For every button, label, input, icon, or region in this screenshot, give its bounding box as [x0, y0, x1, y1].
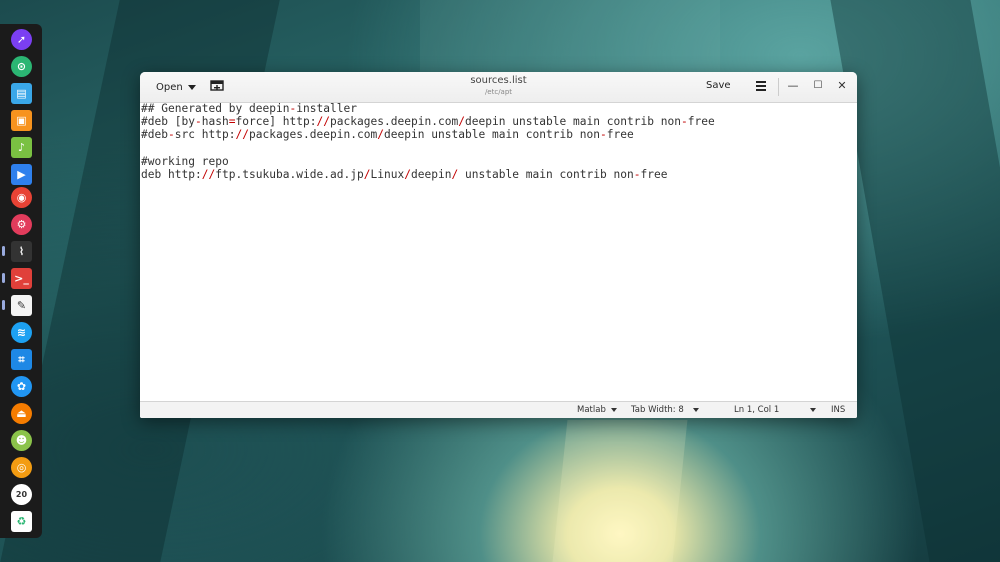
dock: ➚ ⊙ ▤ ▣ ♪ ▶ ◉ ⚙ ⌇ >_ ✎ ≋ ⌗ ✿ ⏏ ☻ ◎ 20 ♻ [0, 24, 42, 538]
tab-width-selector[interactable]: Tab Width: 8 [631, 405, 699, 415]
text-editor-window: Open sources.list /etc/apt Save — ☐ ✕ ##… [140, 72, 857, 418]
running-indicator [2, 300, 5, 310]
cursor-position-selector[interactable]: Ln 1, Col 1 [734, 405, 817, 415]
header-bar: Open sources.list /etc/apt Save — ☐ ✕ [140, 72, 857, 103]
minimize-button[interactable]: — [786, 79, 800, 93]
trash-icon[interactable]: ♻ [11, 511, 32, 532]
editor-line: #deb [by-hash=force] http://packages.dee… [141, 115, 715, 129]
settings-icon[interactable]: ⚙ [11, 214, 32, 235]
text-view[interactable]: ## Generated by deepin-installer #deb [by… [140, 102, 857, 401]
close-button[interactable]: ✕ [835, 79, 849, 93]
editor-line: ## Generated by deepin-installer [141, 102, 357, 115]
editor-line: #working repo [141, 154, 229, 168]
window-title: sources.list [470, 75, 527, 86]
screenshot-icon[interactable]: ⌗ [11, 349, 32, 370]
cursor-position-label: Ln 1, Col 1 [734, 405, 780, 415]
save-button[interactable]: Save [706, 80, 731, 91]
file-manager-icon[interactable]: ▤ [11, 83, 32, 104]
calendar-icon[interactable]: 20 [11, 484, 32, 505]
status-bar: Matlab Tab Width: 8 Ln 1, Col 1 INS [140, 401, 857, 418]
chrome-icon[interactable]: ◉ [11, 187, 32, 208]
wifi-icon[interactable]: ≋ [11, 322, 32, 343]
launcher-icon[interactable]: ➚ [11, 29, 32, 50]
ubuntu-icon[interactable]: ◎ [11, 457, 32, 478]
hamburger-menu-icon[interactable] [756, 81, 766, 91]
android-icon[interactable]: ☻ [11, 430, 32, 451]
terminal-icon[interactable]: >_ [11, 268, 32, 289]
language-selector[interactable]: Matlab [577, 405, 617, 415]
video-icon[interactable]: ▶ [11, 164, 32, 185]
maximize-button[interactable]: ☐ [811, 79, 825, 93]
chevron-down-icon [692, 408, 699, 412]
store-icon[interactable]: ⊙ [11, 56, 32, 77]
editor-line: #deb-src http://packages.deepin.com/deep… [141, 128, 634, 142]
chevron-down-icon [610, 408, 617, 412]
eject-icon[interactable]: ⏏ [11, 403, 32, 424]
editor-line: deb http://ftp.tsukuba.wide.ad.jp/Linux/… [141, 168, 668, 181]
header-separator [778, 78, 779, 96]
window-subtitle: /etc/apt [484, 88, 513, 96]
insert-mode-indicator[interactable]: INS [831, 405, 845, 415]
text-editor-icon[interactable]: ✎ [11, 295, 32, 316]
tab-width-label: Tab Width: 8 [631, 405, 684, 415]
shopping-icon[interactable]: ▣ [11, 110, 32, 131]
wallpaper-light [552, 420, 688, 562]
running-indicator [2, 273, 5, 283]
running-indicator [2, 246, 5, 256]
music-icon[interactable]: ♪ [11, 137, 32, 158]
system-monitor-icon[interactable]: ⌇ [11, 241, 32, 262]
app-icon[interactable]: ✿ [11, 376, 32, 397]
chevron-down-icon [810, 408, 817, 412]
language-label: Matlab [577, 405, 606, 415]
